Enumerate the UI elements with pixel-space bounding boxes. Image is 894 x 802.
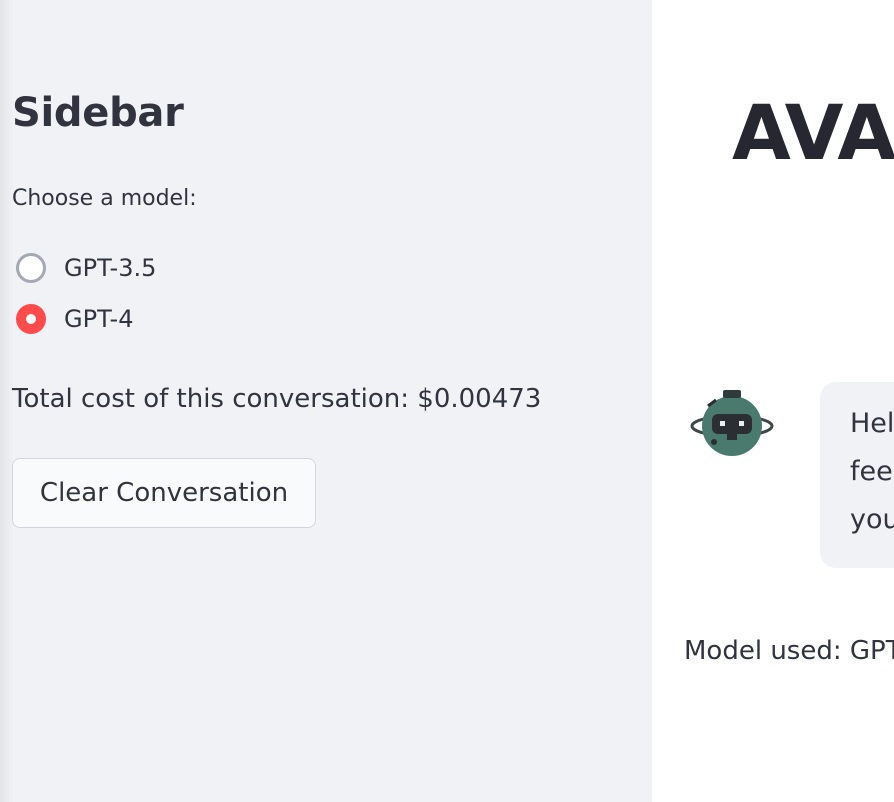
radio-option-label: GPT-3.5 bbox=[64, 254, 157, 282]
radio-dot bbox=[26, 314, 36, 324]
assistant-message-bubble: Hel fee you bbox=[820, 382, 894, 568]
clear-conversation-button[interactable]: Clear Conversation bbox=[12, 458, 316, 528]
message-text-line: Hel bbox=[850, 408, 894, 439]
model-radio-label: Choose a model: bbox=[12, 186, 197, 211]
radio-unselected-icon[interactable] bbox=[16, 253, 46, 283]
radio-option-gpt-4[interactable]: GPT-4 bbox=[16, 302, 133, 336]
conversation-cost: Total cost of this conversation: $0.0047… bbox=[12, 384, 542, 414]
sidebar-title: Sidebar bbox=[12, 90, 184, 136]
message-text-line: you bbox=[850, 504, 894, 535]
app-window: Sidebar Choose a model: GPT-3.5 GPT-4 To… bbox=[0, 0, 894, 802]
radio-option-label: GPT-4 bbox=[64, 305, 134, 333]
robot-icon bbox=[690, 386, 774, 462]
main-content: AVA - Hel fee you Model used: GPT bbox=[652, 0, 894, 802]
page-title: AVA - bbox=[732, 88, 894, 177]
radio-option-gpt-3-5[interactable]: GPT-3.5 bbox=[16, 251, 156, 285]
sidebar: Sidebar Choose a model: GPT-3.5 GPT-4 To… bbox=[0, 0, 652, 802]
model-used-text: Model used: GPT bbox=[684, 636, 894, 666]
message-text-line: fee bbox=[850, 456, 893, 487]
radio-selected-icon[interactable] bbox=[16, 304, 46, 334]
